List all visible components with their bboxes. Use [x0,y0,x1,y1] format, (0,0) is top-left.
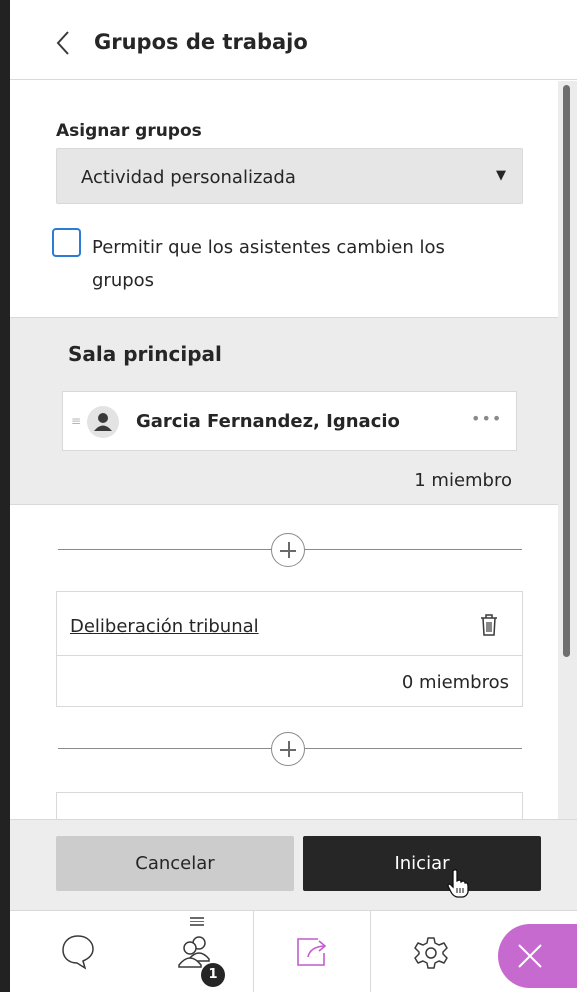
nav-share-content[interactable] [253,911,371,992]
assign-groups-value: Actividad personalizada [81,167,296,188]
breakout-groups-panel: Grupos de trabajo Asignar grupos Activid… [10,0,577,992]
main-room-title: Sala principal [68,342,222,366]
bottom-nav: 1 [10,910,577,992]
panel-footer: Cancelar Iniciar [10,819,577,910]
chevron-left-icon[interactable] [52,28,76,58]
left-edge-bar [0,0,10,992]
drag-handle-icon [190,917,204,926]
user-icon [94,413,112,431]
allow-switch-label: Permitir que los asistentes cambien los … [92,237,445,291]
allow-switch-checkbox[interactable] [52,228,81,257]
settings-icon [414,937,448,969]
chat-icon [62,935,94,970]
caret-down-icon: ▼ [496,168,506,183]
close-icon [518,944,542,968]
add-group-plus-icon[interactable] [271,533,305,567]
group-card-partial [56,792,523,819]
assign-groups-label: Asignar grupos [56,121,202,141]
close-panel-button[interactable] [498,924,577,988]
add-group-row [58,533,522,567]
nav-settings[interactable] [371,911,491,992]
drag-handle-icon[interactable]: ≡ [71,414,81,428]
page-title: Grupos de trabajo [94,30,308,54]
main-room-member-count: 1 miembro [414,470,512,491]
more-options-icon[interactable]: ••• [471,409,502,428]
add-group-plus-icon[interactable] [271,732,305,766]
scrollbar-thumb[interactable] [563,85,570,657]
start-button[interactable]: Iniciar [303,836,541,891]
nav-attendees[interactable]: 1 [136,911,253,992]
panel-header: Grupos de trabajo [10,0,577,80]
main-room-section: Sala principal ≡ Garcia Fernandez, Ignac… [10,317,558,505]
member-name: Garcia Fernandez, Ignacio [136,411,400,432]
hand-pointer-cursor-icon [447,869,469,898]
nav-chat[interactable] [10,911,136,992]
group-card: Deliberación tribunal 0 miembros [56,591,523,707]
trash-icon[interactable] [478,612,500,638]
add-group-row [58,732,522,766]
assign-groups-select[interactable]: Actividad personalizada ▼ [56,148,523,204]
attendees-badge: 1 [201,963,225,987]
avatar [87,406,119,438]
share-content-icon [297,938,327,966]
member-card[interactable]: ≡ Garcia Fernandez, Ignacio ••• [62,391,517,451]
panel-content: Asignar grupos Actividad personalizada ▼… [10,81,577,819]
group-member-count: 0 miembros [401,672,509,693]
group-name-link[interactable]: Deliberación tribunal [70,616,259,637]
group-card-header: Deliberación tribunal [57,592,522,656]
cancel-button[interactable]: Cancelar [56,836,294,891]
